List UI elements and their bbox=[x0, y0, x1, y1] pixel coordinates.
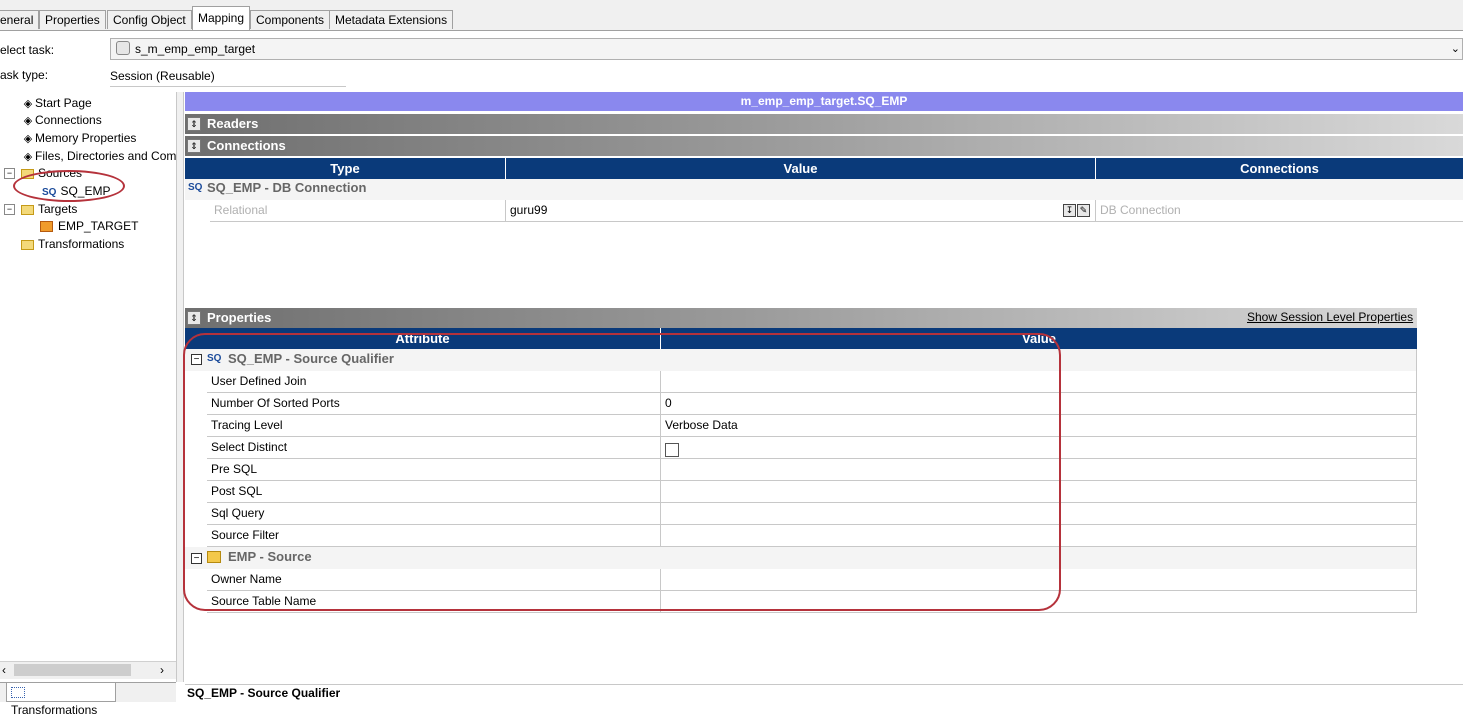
connection-type-cell: Relational bbox=[210, 200, 506, 222]
tree-item-label: Targets bbox=[38, 202, 78, 216]
collapse-icon[interactable]: − bbox=[4, 204, 15, 216]
tree-item-label: Connections bbox=[35, 113, 102, 127]
navigation-tree: ◈ Start Page ◈ Connections ◈ Memory Propert… bbox=[0, 92, 176, 662]
diamond-icon: ◈ bbox=[23, 98, 33, 110]
select-task-label: elect task: bbox=[0, 43, 55, 57]
tab-metadata-extensions[interactable]: Metadata Extensions bbox=[329, 10, 454, 29]
tree-item-label: Files, Directories and Com bbox=[35, 149, 176, 163]
tree-item-targets[interactable]: − Targets bbox=[4, 201, 77, 217]
properties-section-bar[interactable]: Properties bbox=[185, 308, 1417, 328]
bottom-tab-label: Transformations bbox=[11, 703, 98, 717]
source-qualifier-icon: SQ bbox=[188, 182, 203, 193]
chevron-down-icon[interactable]: ⌄ bbox=[1451, 39, 1460, 59]
tab-components[interactable]: Components bbox=[250, 10, 331, 29]
collapse-icon[interactable]: − bbox=[4, 168, 15, 180]
tree-item-connections[interactable]: ◈ Connections bbox=[21, 112, 102, 128]
connection-group-label: SQ_EMP - DB Connection bbox=[207, 180, 367, 195]
connection-group-row: SQ SQ_EMP - DB Connection bbox=[185, 179, 1463, 200]
column-header-value: Value bbox=[506, 158, 1096, 179]
column-header-type: Type bbox=[185, 158, 506, 179]
bottom-tab-transformations[interactable]: Transformations bbox=[6, 683, 116, 717]
connection-value-cell[interactable]: guru99 ↧ ✎ bbox=[506, 200, 1096, 222]
scroll-right-icon[interactable]: › bbox=[160, 663, 164, 677]
horizontal-scrollbar[interactable]: ‹ › bbox=[0, 661, 176, 679]
folder-icon bbox=[21, 204, 34, 215]
transformations-icon bbox=[11, 687, 25, 699]
bottom-tab-bar: Transformations bbox=[0, 682, 176, 717]
task-type-value: Session (Reusable) bbox=[110, 66, 346, 87]
tree-item-label: Memory Properties bbox=[35, 131, 137, 145]
tab-general[interactable]: eneral bbox=[0, 10, 40, 29]
tab-properties[interactable]: Properties bbox=[39, 10, 106, 29]
show-session-level-properties-link[interactable]: Show Session Level Properties bbox=[1247, 310, 1413, 324]
task-type-label: ask type: bbox=[0, 68, 49, 82]
tree-item-label: EMP_TARGET bbox=[58, 219, 139, 233]
scroll-left-icon[interactable]: ‹ bbox=[2, 663, 6, 677]
tree-item-transformations[interactable]: Transformations bbox=[21, 236, 124, 252]
diamond-icon: ◈ bbox=[23, 115, 33, 127]
tab-bar: eneral Properties Config Object Mapping … bbox=[0, 0, 1463, 31]
tree-item-files-directories[interactable]: ◈ Files, Directories and Com bbox=[21, 148, 176, 164]
tab-mapping[interactable]: Mapping bbox=[192, 6, 251, 30]
tree-item-start-page[interactable]: ◈ Start Page bbox=[21, 95, 92, 111]
collapse-section-icon[interactable]: ⇕ bbox=[187, 139, 201, 153]
readers-section-bar[interactable]: Readers bbox=[185, 114, 1463, 134]
annotation-ellipse bbox=[13, 170, 125, 202]
tree-item-label: Start Page bbox=[35, 96, 92, 110]
select-task-value: s_m_emp_emp_target bbox=[135, 42, 256, 56]
status-bar: SQ_EMP - Source Qualifier bbox=[185, 684, 1463, 702]
select-task-dropdown[interactable]: s_m_emp_emp_target ⌄ bbox=[110, 38, 1463, 60]
connection-name-cell: DB Connection bbox=[1096, 200, 1463, 222]
mapping-title: m_emp_emp_target.SQ_EMP bbox=[185, 92, 1463, 111]
scroll-thumb[interactable] bbox=[14, 664, 131, 676]
annotation-highlight bbox=[183, 333, 1061, 611]
connections-section-bar[interactable]: Connections bbox=[185, 136, 1463, 156]
folder-icon bbox=[21, 239, 34, 250]
edit-icon[interactable]: ✎ bbox=[1077, 204, 1090, 217]
tree-item-memory-properties[interactable]: ◈ Memory Properties bbox=[21, 130, 137, 146]
column-header-connections: Connections bbox=[1096, 158, 1463, 179]
collapse-section-icon[interactable]: ⇕ bbox=[187, 311, 201, 325]
expand-icon[interactable]: ⇕ bbox=[187, 117, 201, 131]
connections-label: Connections bbox=[207, 138, 286, 153]
readers-label: Readers bbox=[207, 116, 259, 131]
diamond-icon: ◈ bbox=[23, 151, 33, 163]
connection-value: guru99 bbox=[510, 203, 548, 217]
tab-config-object[interactable]: Config Object bbox=[107, 10, 192, 29]
diamond-icon: ◈ bbox=[23, 133, 33, 145]
arrow-down-icon[interactable]: ↧ bbox=[1063, 204, 1076, 217]
tree-item-label: Transformations bbox=[38, 237, 125, 251]
session-icon bbox=[116, 41, 130, 55]
target-icon bbox=[40, 221, 53, 233]
tree-item-emp-target[interactable]: EMP_TARGET bbox=[40, 218, 138, 234]
properties-label: Properties bbox=[207, 310, 272, 325]
